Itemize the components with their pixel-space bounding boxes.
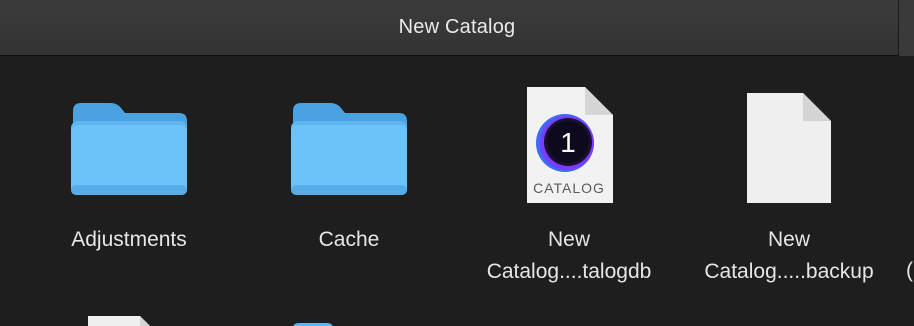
catalog-mark: 1: [560, 127, 576, 158]
item-label: Cache: [318, 228, 380, 251]
title-bar[interactable]: New Catalog: [0, 0, 914, 56]
window-title: New Catalog: [398, 16, 516, 38]
item-label: Adjustments: [71, 228, 187, 251]
blank-document-icon: [745, 91, 833, 205]
item-label-line1: New: [547, 228, 590, 251]
folder-icon: [69, 97, 189, 199]
partial-folder-icon[interactable]: [291, 320, 335, 326]
partial-document-icon[interactable]: [86, 314, 156, 326]
capture-one-catalog-icon: 1 CATALOG: [523, 85, 615, 205]
file-backup[interactable]: New Catalog.....backup: [679, 57, 899, 326]
item-label-line2: Catalog.....backup: [704, 260, 874, 283]
folder-cache[interactable]: Cache: [239, 57, 459, 326]
window-edge: [898, 0, 914, 56]
partial-label: (: [906, 259, 913, 282]
folder-icon: [289, 97, 409, 199]
finder-window: New Catalog Adjustments Cache 1 CATALOG …: [0, 0, 914, 326]
catalog-badge: CATALOG: [533, 180, 605, 196]
icon-grid: Adjustments Cache 1 CATALOG New Catalog.…: [0, 57, 914, 326]
file-catalog[interactable]: 1 CATALOG New Catalog....talogdb: [459, 57, 679, 326]
item-label-line1: New: [767, 228, 810, 251]
folder-adjustments[interactable]: Adjustments: [19, 57, 239, 326]
item-label-line2: Catalog....talogdb: [486, 260, 652, 283]
